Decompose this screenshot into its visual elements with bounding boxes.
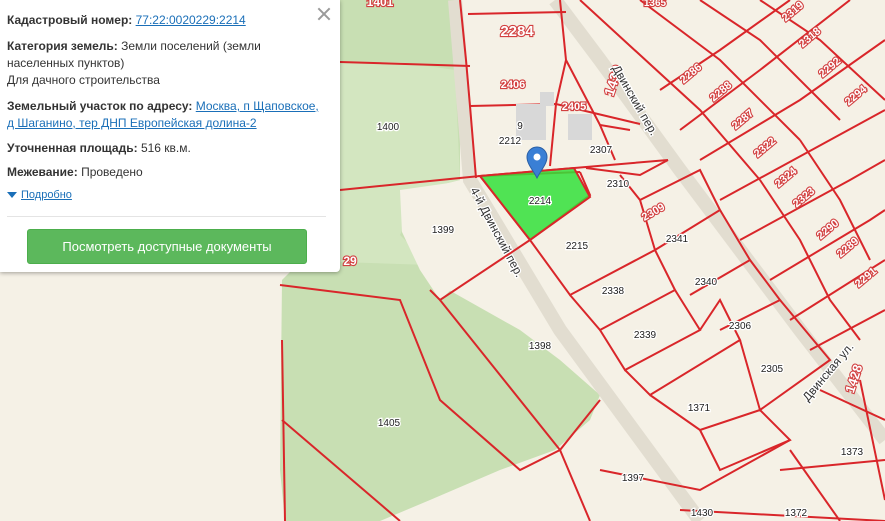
cadastral-number-link[interactable]: 77:22:0020229:2214 (136, 13, 246, 27)
plot-label-p2215: 2215 (566, 241, 589, 252)
plot-label-p1373: 1373 (841, 447, 864, 458)
survey-value: Проведено (81, 165, 143, 179)
survey-label: Межевание: (7, 165, 78, 179)
plot-label-p2310: 2310 (607, 179, 630, 190)
land-category-value-3: Для дачного строительства (7, 73, 160, 87)
plot-label-p2284: 2284 (500, 23, 534, 40)
plot-label-p1372: 1372 (785, 508, 808, 519)
more-details-label: Подробно (21, 189, 72, 201)
plot-label-p29: 29 (343, 254, 357, 268)
address-link-2[interactable]: д Шаганино, тер ДНП Европейская долина-2 (7, 116, 257, 130)
plot-label-p1430b: 1430 (691, 508, 714, 519)
survey-row: Межевание: Проведено (7, 164, 143, 181)
plot-label-p2405: 2405 (562, 101, 586, 113)
land-category-label: Категория земель: (7, 39, 118, 53)
plot-label-p1399: 1399 (432, 225, 455, 236)
plot-label-p1397: 1397 (622, 473, 645, 484)
triangle-down-icon (7, 192, 17, 199)
cadastral-number-row: Кадастровый номер: 77:22:0020229:2214 (7, 12, 246, 29)
building-footprint (540, 92, 554, 106)
land-category-value: Земли поселений (земли (121, 39, 261, 53)
plot-label-p2340: 2340 (695, 277, 718, 288)
cadastral-number-label: Кадастровый номер: (7, 13, 133, 27)
area-label: Уточненная площадь: (7, 141, 138, 155)
view-documents-button[interactable]: Посмотреть доступные документы (27, 229, 307, 264)
plot-label-p2339: 2339 (634, 330, 657, 341)
plot-label-p1401: 1401 (367, 0, 394, 9)
plot-label-p2306: 2306 (729, 321, 752, 332)
plot-label-p2341: 2341 (666, 234, 689, 245)
area-value: 516 кв.м. (140, 141, 191, 155)
building-footprint (568, 114, 592, 140)
more-details-link[interactable]: Подробно (7, 189, 72, 201)
plot-label-p2214: 2214 (529, 196, 552, 207)
address-link[interactable]: Москва, п Щаповское, (196, 99, 319, 113)
plot-label-p2212: 2212 (499, 136, 522, 147)
plot-label-p2338: 2338 (602, 286, 625, 297)
plot-label-p1365: 1365 (644, 0, 667, 9)
panel-divider (7, 216, 326, 217)
plot-label-p2307: 2307 (590, 145, 613, 156)
plot-label-p1398: 1398 (529, 341, 552, 352)
address-row-2: д Шаганино, тер ДНП Европейская долина-2 (7, 115, 257, 132)
plot-label-p1400: 1400 (377, 122, 400, 133)
parcel-info-panel: Кадастровый номер: 77:22:0020229:2214 Ка… (0, 0, 340, 272)
land-category-value-2: населенных пунктов) (7, 56, 125, 70)
area-row: Уточненная площадь: 516 кв.м. (7, 140, 191, 157)
close-icon[interactable] (316, 6, 332, 22)
plot-label-p1371: 1371 (688, 403, 711, 414)
land-category-row: Категория земель: Земли поселений (земли (7, 38, 261, 55)
plot-label-p2406: 2406 (501, 79, 525, 91)
plot-label-p2305: 2305 (761, 364, 784, 375)
address-row: Земельный участок по адресу: Москва, п Щ… (7, 98, 319, 115)
plot-label-p9: 9 (517, 121, 523, 132)
address-label: Земельный участок по адресу: (7, 99, 193, 113)
plot-label-p1405: 1405 (378, 418, 401, 429)
